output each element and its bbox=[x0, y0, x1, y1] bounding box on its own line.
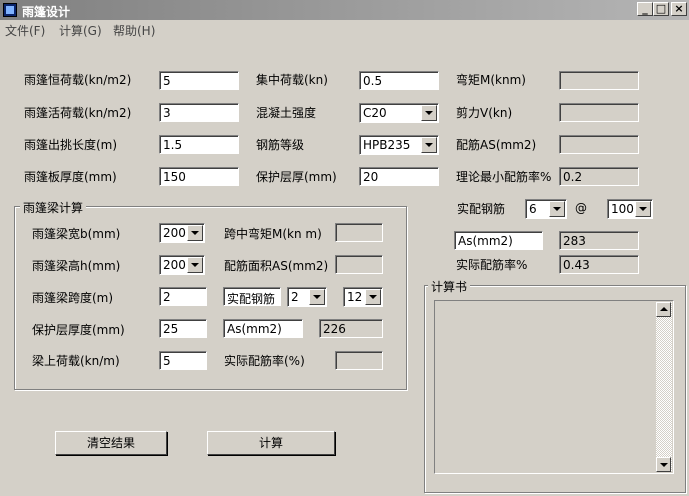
maximize-button[interactable]: □ bbox=[653, 2, 669, 16]
concrete-grade-value: C20 bbox=[363, 106, 387, 120]
beam-cover-input[interactable]: 25 bbox=[159, 319, 207, 338]
calc-book-scrollbar[interactable] bbox=[656, 302, 672, 472]
mid-moment-label: 跨中弯矩M(kn m) bbox=[224, 227, 322, 241]
menu-help[interactable]: 帮助(H) bbox=[113, 22, 155, 39]
slab-thickness-label: 雨篷板厚度(mm) bbox=[24, 170, 117, 184]
beam-width-select[interactable]: 200 bbox=[159, 223, 205, 243]
beam-width-label: 雨篷梁宽b(mm) bbox=[32, 227, 121, 241]
scroll-up-arrow-icon[interactable] bbox=[656, 302, 671, 317]
slab-rebar-diameter-value: 6 bbox=[529, 202, 537, 216]
slab-rebar-diameter-dropdown-arrow-icon[interactable] bbox=[549, 201, 565, 217]
close-button[interactable]: × bbox=[671, 2, 687, 16]
minimize-button[interactable]: _ bbox=[637, 2, 653, 16]
beam-span-label: 雨篷梁跨度(m) bbox=[32, 291, 114, 305]
beam-group-title: 雨篷梁计算 bbox=[20, 199, 87, 216]
beam-rebar-count-select[interactable]: 2 bbox=[287, 287, 327, 307]
mid-moment-output bbox=[335, 223, 383, 242]
beam-rebar-diameter-value: 12 bbox=[347, 290, 363, 304]
beam-rebar-diameter-dropdown-arrow-icon[interactable] bbox=[365, 289, 381, 305]
steel-grade-select[interactable]: HPB235 bbox=[359, 135, 439, 155]
steel-grade-value: HPB235 bbox=[363, 138, 411, 152]
menu-bar: 文件(F) 计算(G) 帮助(H) bbox=[0, 20, 689, 38]
live-load-input[interactable]: 3 bbox=[159, 103, 239, 122]
overhang-label: 雨篷出挑长度(m) bbox=[24, 138, 118, 152]
concrete-grade-label: 混凝土强度 bbox=[256, 106, 317, 120]
slab-cover-input[interactable]: 20 bbox=[359, 167, 439, 186]
beam-load-input[interactable]: 5 bbox=[159, 351, 207, 370]
dead-load-input[interactable]: 5 bbox=[159, 71, 239, 90]
at-sign-label: @ bbox=[575, 201, 587, 215]
beam-rebar-count-value: 2 bbox=[291, 290, 299, 304]
steel-grade-dropdown-arrow-icon[interactable] bbox=[421, 137, 437, 153]
beam-area-label: 配筋面积AS(mm2) bbox=[224, 259, 329, 273]
slab-rebar-diameter-select[interactable]: 6 bbox=[525, 199, 567, 219]
moment-output bbox=[559, 71, 639, 90]
scroll-down-arrow-icon[interactable] bbox=[656, 457, 671, 472]
app-icon[interactable] bbox=[3, 3, 17, 17]
clear-results-button[interactable]: 清空结果 bbox=[55, 431, 167, 455]
point-load-input[interactable]: 0.5 bbox=[359, 71, 439, 90]
live-load-label: 雨篷活荷载(kn/m2) bbox=[24, 106, 132, 120]
beam-height-value: 200 bbox=[163, 258, 186, 272]
window-title: 雨篷设计 bbox=[22, 5, 71, 19]
min-ratio-output: 0.2 bbox=[559, 167, 639, 186]
beam-rebar-diameter-select[interactable]: 12 bbox=[343, 287, 383, 307]
menu-file[interactable]: 文件(F) bbox=[5, 22, 45, 39]
beam-height-select[interactable]: 200 bbox=[159, 255, 205, 275]
concrete-grade-select[interactable]: C20 bbox=[359, 103, 439, 123]
beam-height-label: 雨篷梁高h(mm) bbox=[32, 259, 121, 273]
calculate-button[interactable]: 计算 bbox=[207, 431, 335, 455]
steel-grade-label: 钢筋等级 bbox=[256, 138, 305, 152]
beam-width-value: 200 bbox=[163, 226, 186, 240]
concrete-grade-dropdown-arrow-icon[interactable] bbox=[421, 105, 437, 121]
slab-actual-rebar-label: 实配钢筋 bbox=[457, 202, 506, 216]
slab-actual-ratio-label: 实际配筋率% bbox=[456, 258, 528, 272]
overhang-input[interactable]: 1.5 bbox=[159, 135, 239, 154]
calc-book-title: 计算书 bbox=[428, 278, 471, 295]
slab-cover-label: 保护层厚(mm) bbox=[256, 170, 337, 184]
slab-as-output bbox=[559, 135, 639, 154]
slab-rebar-spacing-dropdown-arrow-icon[interactable] bbox=[635, 201, 651, 217]
beam-ratio-label: 实际配筋率(%) bbox=[224, 354, 305, 368]
beam-ratio-output bbox=[335, 351, 383, 370]
slab-rebar-spacing-select[interactable]: 100 bbox=[607, 199, 653, 219]
beam-as-label-box: As(mm2) bbox=[223, 319, 303, 338]
title-bar: 雨篷设计 _ □ × bbox=[0, 0, 689, 20]
dead-load-label: 雨篷恒荷载(kn/m2) bbox=[24, 73, 132, 87]
slab-thickness-input[interactable]: 150 bbox=[159, 167, 239, 186]
beam-rebar-label-box: 实配钢筋 bbox=[223, 287, 281, 306]
shear-label: 剪力V(kn) bbox=[456, 106, 513, 120]
beam-area-output bbox=[335, 255, 383, 274]
slab-as-label: 配筋AS(mm2) bbox=[456, 138, 537, 152]
beam-width-dropdown-arrow-icon[interactable] bbox=[187, 225, 203, 241]
point-load-label: 集中荷载(kn) bbox=[256, 73, 328, 87]
calc-book-text-area[interactable] bbox=[434, 300, 674, 474]
beam-span-input[interactable]: 2 bbox=[159, 287, 207, 306]
beam-cover-label: 保护层厚度(mm) bbox=[32, 323, 125, 337]
slab-as-actual-output: 283 bbox=[559, 231, 639, 250]
slab-as-actual-label-box: As(mm2) bbox=[454, 231, 543, 250]
shear-output bbox=[559, 103, 639, 122]
beam-as-output: 226 bbox=[319, 319, 383, 338]
min-ratio-label: 理论最小配筋率% bbox=[456, 170, 552, 184]
beam-rebar-count-dropdown-arrow-icon[interactable] bbox=[309, 289, 325, 305]
beam-load-label: 梁上荷载(kn/m) bbox=[32, 354, 120, 368]
menu-calculate[interactable]: 计算(G) bbox=[59, 22, 102, 39]
slab-actual-ratio-output: 0.43 bbox=[559, 255, 639, 274]
moment-label: 弯矩M(knm) bbox=[456, 73, 526, 87]
beam-height-dropdown-arrow-icon[interactable] bbox=[187, 257, 203, 273]
slab-rebar-spacing-value: 100 bbox=[611, 202, 634, 216]
